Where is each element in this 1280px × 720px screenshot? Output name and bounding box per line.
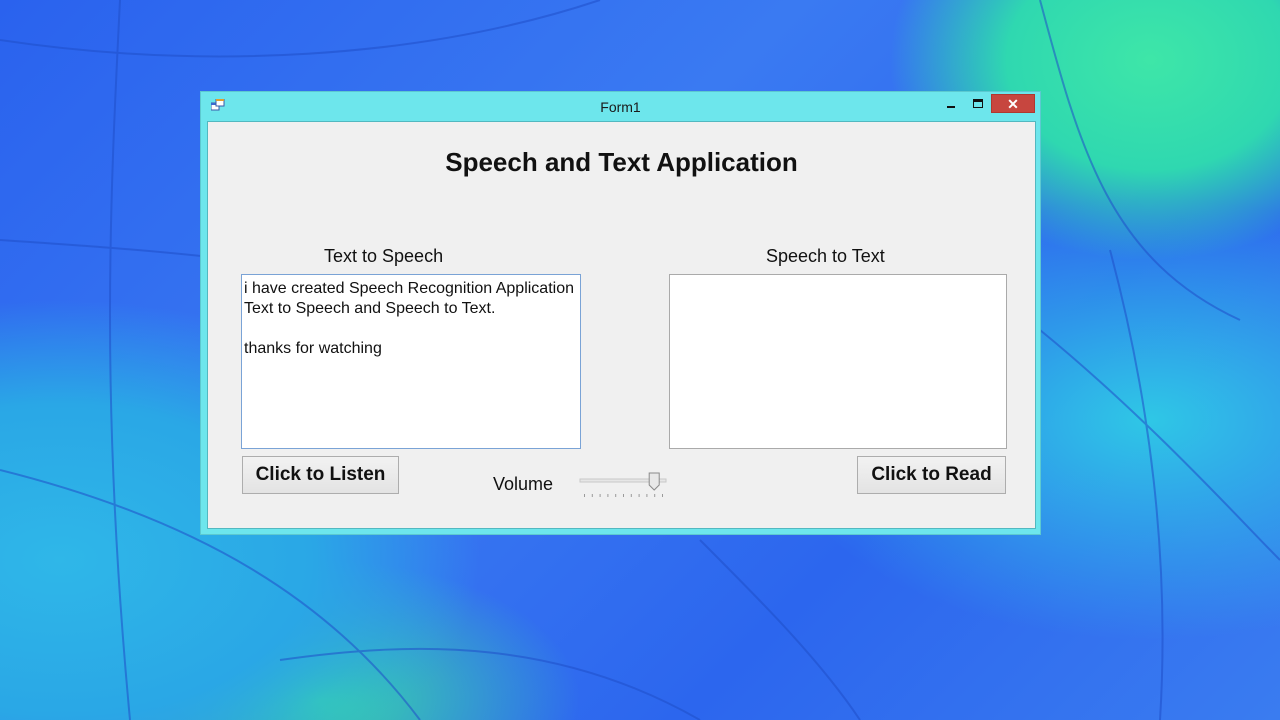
speech-to-text-output[interactable] (669, 274, 1007, 449)
maximize-icon (973, 98, 983, 108)
slider-tick (584, 494, 585, 497)
slider-tick (623, 494, 624, 497)
text-line: thanks for watching (244, 340, 382, 357)
volume-slider[interactable] (578, 472, 673, 502)
slider-tick (591, 494, 593, 497)
form-client-area: Speech and Text Application Text to Spee… (207, 121, 1036, 529)
slider-tick (607, 494, 609, 497)
minimize-button[interactable] (938, 94, 964, 113)
slider-tick (646, 494, 648, 497)
window-title: Form1 (600, 99, 641, 115)
click-to-read-button[interactable]: Click to Read (857, 456, 1006, 494)
title-bar[interactable]: Form1 ✕ (201, 92, 1040, 121)
text-to-speech-input[interactable]: i have created Speech Recognition Applic… (241, 274, 581, 449)
text-to-speech-label: Text to Speech (324, 246, 444, 266)
slider-thumb[interactable] (648, 472, 660, 491)
page-title: Speech and Text Application (445, 147, 798, 177)
slider-tick (638, 494, 640, 497)
slider-tick (615, 494, 617, 497)
text-line: i have created Speech Recognition Applic… (244, 280, 574, 297)
minimize-icon (947, 105, 955, 108)
click-to-listen-button[interactable]: Click to Listen (242, 456, 399, 494)
close-button[interactable]: ✕ (991, 94, 1035, 113)
close-icon: ✕ (1007, 95, 1019, 112)
slider-tick (630, 494, 632, 497)
text-line (244, 319, 578, 339)
speech-to-text-label: Speech to Text (766, 246, 885, 266)
text-line: Text to Speech and Speech to Text. (244, 300, 496, 317)
slider-tick (654, 494, 656, 497)
slider-ticks (584, 494, 663, 497)
slider-tick (662, 494, 663, 497)
slider-tick (599, 494, 601, 497)
volume-label: Volume (493, 474, 554, 494)
app-window: Form1 ✕ Speech and Text Application Text… (200, 91, 1041, 535)
maximize-button[interactable] (965, 94, 991, 113)
